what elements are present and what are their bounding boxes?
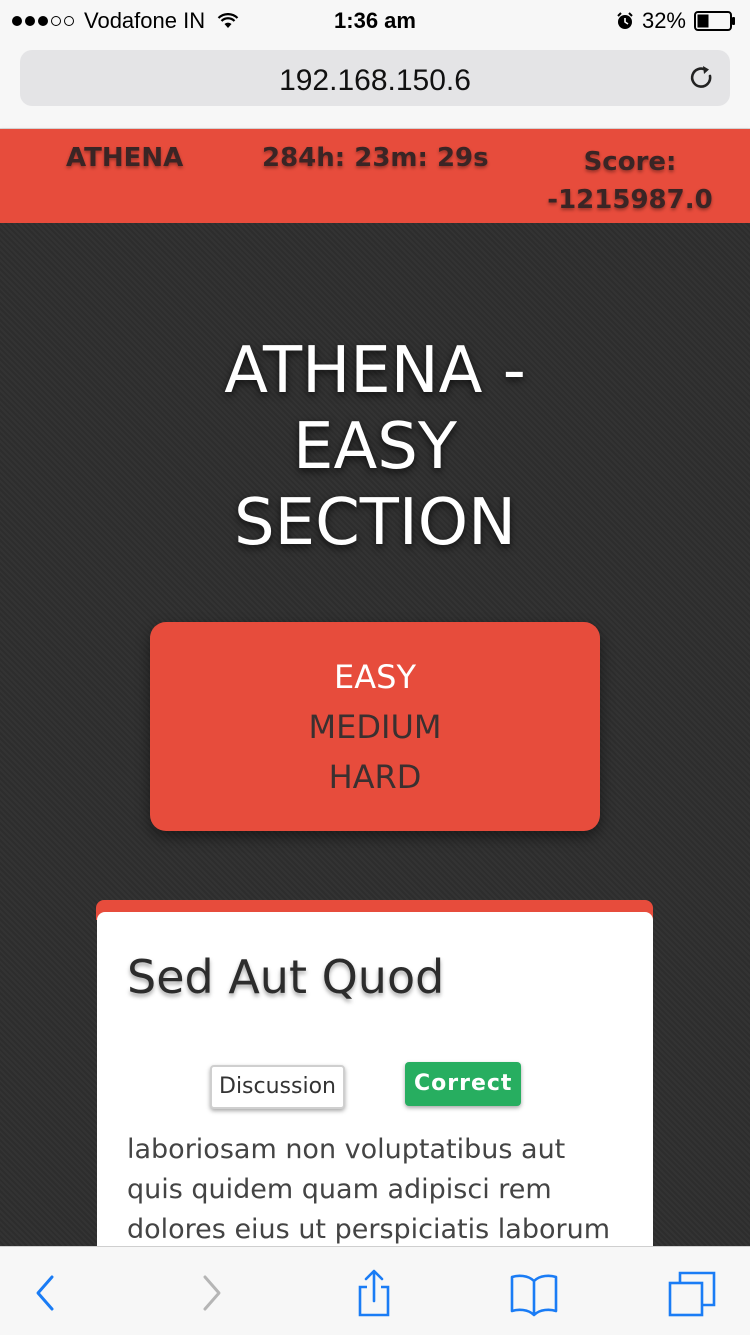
bookmarks-icon[interactable] [508, 1267, 560, 1319]
discussion-button[interactable]: Discussion [210, 1065, 345, 1109]
back-icon[interactable] [20, 1267, 72, 1319]
difficulty-option-medium[interactable]: MEDIUM [150, 702, 600, 752]
browser-toolbar [0, 1246, 750, 1335]
score-display: Score: -1215987.0 [530, 143, 730, 219]
status-right: 32% [616, 8, 736, 34]
battery-icon [694, 11, 735, 31]
reload-icon[interactable] [688, 64, 716, 92]
app-header: ATHENA 284h: 23m: 29s Score: -1215987.0 [0, 129, 750, 223]
share-icon[interactable] [348, 1267, 400, 1319]
score-label: Score: [583, 147, 677, 177]
difficulty-option-hard[interactable]: HARD [150, 752, 600, 802]
page-title-line-1: ATHENA - [224, 334, 526, 408]
browser-address-bar-container: 192.168.150.6 [0, 40, 750, 129]
tabs-icon[interactable] [666, 1267, 718, 1319]
correct-status-badge: Correct [405, 1062, 522, 1106]
score-value: -1215987.0 [547, 185, 713, 215]
page-title-line-3: SECTION [234, 486, 516, 560]
question-body: laboriosam non voluptatibus aut quis qui… [127, 1134, 611, 1245]
battery-percent: 32% [641, 8, 686, 33]
alarm-icon [617, 12, 633, 29]
difficulty-selector: EASY MEDIUM HARD [150, 622, 600, 831]
page-title: ATHENA - EASY SECTION [0, 333, 750, 561]
question-title[interactable]: Sed Aut Quod [127, 950, 444, 1004]
forward-icon[interactable] [185, 1267, 237, 1319]
url-text[interactable]: 192.168.150.6 [20, 64, 730, 98]
question-card: Sed Aut Quod Discussion Correct laborios… [97, 912, 653, 1246]
brand-link[interactable]: ATHENA [66, 143, 183, 173]
main-content: ATHENA - EASY SECTION EASY MEDIUM HARD S… [0, 223, 750, 1246]
page-title-line-2: EASY [293, 410, 457, 484]
difficulty-option-easy[interactable]: EASY [150, 652, 600, 702]
countdown-timer: 284h: 23m: 29s [262, 143, 489, 173]
address-bar[interactable]: 192.168.150.6 [20, 50, 730, 106]
status-bar: Vodafone IN 1:36 am 32% [0, 0, 750, 40]
